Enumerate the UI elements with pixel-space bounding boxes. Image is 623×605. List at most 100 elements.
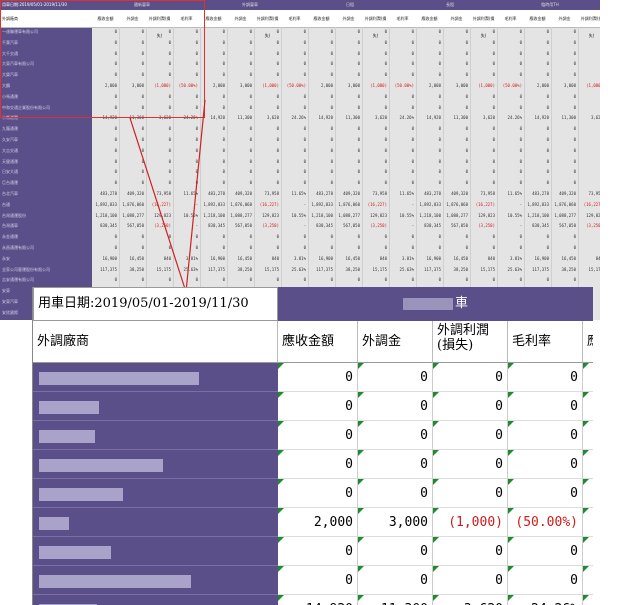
outsource-cell[interactable]: 0: [358, 479, 433, 508]
thumb-cell: 0: [384, 61, 387, 67]
thumb-cell: 15,175: [156, 266, 171, 272]
thumb-cell: 840: [487, 255, 495, 261]
thumb-cell: 0: [578, 103, 600, 112]
margin-cell[interactable]: 0: [508, 421, 583, 450]
overflow-cell[interactable]: [583, 479, 593, 508]
vendor-name-cell[interactable]: [33, 421, 278, 450]
outsource-cell[interactable]: 0: [358, 392, 433, 421]
overflow-cell[interactable]: [583, 450, 593, 479]
outsource-cell[interactable]: 0: [358, 566, 433, 595]
thumb-cell: 0: [384, 158, 387, 164]
vendor-name-cell[interactable]: [33, 479, 278, 508]
overflow-cell[interactable]: [583, 566, 593, 595]
thumb-cell: 0: [578, 49, 600, 58]
header-vendor[interactable]: 外調廠商: [33, 321, 278, 363]
overflow-cell[interactable]: [583, 595, 593, 605]
vendor-name-cell[interactable]: [33, 450, 278, 479]
vendor-name-cell[interactable]: [33, 508, 278, 537]
receivable-cell[interactable]: 0: [278, 450, 358, 479]
overflow-cell[interactable]: [583, 392, 593, 421]
thumb-cell: 1,088,277: [230, 212, 252, 218]
thumb-cell: 1,218,100: [419, 212, 441, 218]
thumb-cell: 0: [195, 147, 198, 153]
thumb-cell: 0: [438, 158, 441, 164]
margin-cell[interactable]: 0: [508, 363, 583, 392]
vendor-name-cell[interactable]: [33, 595, 278, 605]
overflow-cell[interactable]: [583, 363, 593, 392]
thumb-cell: 0: [330, 29, 333, 34]
margin-cell[interactable]: 0: [508, 479, 583, 508]
overflow-cell[interactable]: [583, 421, 593, 450]
outsource-cell[interactable]: 3,000: [358, 508, 433, 537]
comment-indicator-icon: [583, 508, 589, 514]
margin-cell[interactable]: 0: [508, 537, 583, 566]
thumb-cell: 1,088,277: [122, 212, 144, 218]
receivable-cell[interactable]: 0: [278, 421, 358, 450]
profit-cell[interactable]: 0: [433, 392, 508, 421]
profit-cell[interactable]: 0: [433, 450, 508, 479]
vendor-name-cell[interactable]: [33, 566, 278, 595]
thumb-column-header: 毛利率: [288, 16, 301, 21]
thumb-cell: 0: [357, 61, 360, 67]
overflow-cell[interactable]: [583, 508, 593, 537]
margin-cell[interactable]: 0: [508, 566, 583, 595]
thumb-column-header: 應收金額: [529, 16, 546, 21]
margin-cell[interactable]: 0: [508, 392, 583, 421]
thumb-cell: 129,823: [154, 212, 171, 218]
receivable-cell[interactable]: 0: [278, 537, 358, 566]
vendor-name-cell[interactable]: [33, 363, 278, 392]
thumb-cell: 0: [357, 137, 360, 142]
thumb-cell: 16,450: [129, 255, 144, 261]
outsource-cell[interactable]: 0: [358, 421, 433, 450]
thumb-cell: 0: [249, 126, 252, 132]
outsource-cell[interactable]: 0: [358, 450, 433, 479]
thumb-cell: 0: [141, 137, 144, 142]
margin-cell[interactable]: 0: [508, 450, 583, 479]
profit-cell[interactable]: (1,000): [433, 508, 508, 537]
thumb-cell: 0: [546, 180, 549, 186]
header-outsource[interactable]: 外調金: [358, 321, 433, 363]
receivable-cell[interactable]: 0: [278, 363, 358, 392]
profit-cell[interactable]: 0: [433, 537, 508, 566]
profit-cell[interactable]: 3,620: [433, 595, 508, 605]
thumb-cell: 0: [519, 104, 522, 110]
receivable-cell[interactable]: 14,920: [278, 595, 358, 605]
receivable-cell[interactable]: 0: [278, 566, 358, 595]
margin-cell[interactable]: (50.00%): [508, 508, 583, 537]
outsource-cell[interactable]: 0: [358, 363, 433, 392]
thumb-cell: 0: [330, 277, 333, 283]
margin-cell[interactable]: 24.26%: [508, 595, 583, 605]
thumb-cell: 16,450: [453, 255, 468, 261]
header-more[interactable]: 應: [583, 321, 593, 363]
profit-cell[interactable]: 0: [433, 363, 508, 392]
thumb-cell: 0: [573, 93, 576, 99]
profit-cell[interactable]: 0: [433, 421, 508, 450]
thumb-cell: 0: [465, 104, 468, 110]
profit-cell[interactable]: 0: [433, 479, 508, 508]
header-profit[interactable]: 外調利潤 (損失): [433, 321, 508, 363]
thumb-cell: 1,876,060: [338, 201, 360, 207]
thumb-cell: 0: [384, 234, 387, 240]
receivable-cell[interactable]: 0: [278, 392, 358, 421]
header-receivable[interactable]: 應收金額: [278, 321, 358, 363]
table-row: 0000: [33, 363, 593, 392]
overflow-cell[interactable]: [583, 537, 593, 566]
comment-indicator-icon: [583, 421, 589, 427]
receivable-cell[interactable]: 2,000: [278, 508, 358, 537]
thumb-cell: 0: [438, 72, 441, 78]
thumb-cell: 1,892,833: [203, 201, 225, 207]
thumb-cell: 409,320: [451, 191, 468, 196]
vendor-name-cell[interactable]: [33, 392, 278, 421]
outsource-cell[interactable]: 0: [358, 537, 433, 566]
thumb-cell: 0: [492, 147, 495, 153]
thumb-cell: 0: [519, 147, 522, 153]
thumb-cell: 1,876,060: [230, 201, 252, 207]
thumb-cell: 0: [384, 169, 387, 175]
receivable-cell[interactable]: 0: [278, 479, 358, 508]
header-margin[interactable]: 毛利率: [508, 321, 583, 363]
vendor-name-cell[interactable]: [33, 537, 278, 566]
outsource-cell[interactable]: 11,300: [358, 595, 433, 605]
comment-indicator-icon: [583, 566, 589, 572]
thumb-cell: 0: [141, 158, 144, 164]
profit-cell[interactable]: 0: [433, 566, 508, 595]
